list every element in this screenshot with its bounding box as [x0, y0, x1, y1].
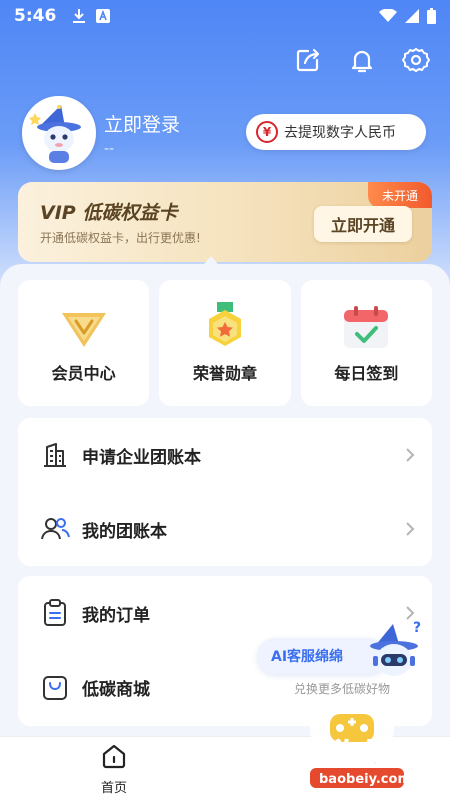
battery-icon	[427, 8, 436, 24]
gear-icon	[402, 46, 430, 78]
yuan-coin-icon: ¥	[256, 121, 278, 143]
avatar[interactable]	[22, 96, 96, 170]
apply-enterprise-team-account-item[interactable]: 申请企业团账本	[18, 418, 432, 492]
daily-checkin-card[interactable]: 每日签到	[300, 280, 432, 406]
chevron-right-icon	[402, 521, 418, 537]
status-bar: 5:46	[0, 0, 450, 32]
notification-button[interactable]	[346, 46, 378, 78]
ai-customer-service-button[interactable]: AI客服绵绵 ?	[257, 620, 437, 680]
quick-link-label: 荣誉勋章	[192, 364, 257, 383]
digital-rmb-withdraw-button[interactable]: ¥ 去提现数字人民币	[246, 114, 426, 150]
activate-vip-button[interactable]: 立即开通	[314, 206, 412, 242]
nav-home-tab[interactable]: 首页	[92, 743, 136, 796]
quick-links: 会员中心 荣誉勋章 每日签到	[18, 280, 432, 406]
honor-medal-card[interactable]: 荣誉勋章	[159, 280, 291, 406]
user-id-placeholder: --	[104, 140, 115, 157]
bell-icon	[348, 46, 376, 78]
digital-rmb-label: 去提现数字人民币	[284, 125, 396, 141]
calendar-check-icon	[338, 302, 394, 352]
status-time: 5:46	[14, 6, 57, 26]
share-button[interactable]	[292, 46, 324, 78]
mascot-wizard-icon	[29, 105, 81, 163]
home-icon	[101, 743, 127, 773]
quick-link-label: 会员中心	[51, 364, 116, 383]
app-notification-icon	[96, 9, 111, 23]
vip-card[interactable]: 未开通 VIP 低碳权益卡 开通低碳权益卡，出行更优惠! 立即开通	[18, 182, 432, 262]
member-crown-icon	[56, 302, 112, 352]
status-system-icons	[379, 8, 436, 24]
svg-text:?: ?	[413, 620, 421, 636]
wifi-icon	[379, 9, 397, 23]
top-actions	[292, 46, 432, 78]
vip-status-badge: 未开通	[367, 182, 432, 208]
robot-mascot-icon: ?	[359, 618, 429, 688]
menu-item-label: 我的团账本	[82, 521, 167, 542]
chevron-right-icon	[402, 447, 418, 463]
quick-link-label: 每日签到	[334, 364, 399, 383]
menu-item-label: 申请企业团账本	[82, 447, 201, 468]
building-icon	[40, 440, 70, 470]
clipboard-icon	[40, 598, 70, 628]
shopping-bag-icon	[40, 672, 70, 702]
bottom-nav: 首页	[0, 736, 450, 800]
my-team-account-item[interactable]: 我的团账本	[18, 492, 432, 566]
menu-item-label: 我的订单	[82, 605, 150, 626]
settings-button[interactable]	[400, 46, 432, 78]
profile-section: 立即登录 --	[22, 96, 180, 170]
share-icon	[294, 46, 322, 78]
team-account-menu: 申请企业团账本 我的团账本	[18, 418, 432, 566]
download-icon	[72, 8, 86, 24]
status-notification-icons	[72, 8, 111, 24]
medal-icon	[197, 302, 253, 352]
signal-icon	[405, 9, 419, 23]
login-link[interactable]: 立即登录	[104, 110, 180, 137]
profile-text: 立即登录 --	[104, 110, 180, 157]
nav-home-label: 首页	[100, 781, 127, 796]
group-users-icon	[40, 514, 70, 544]
member-center-card[interactable]: 会员中心	[18, 280, 150, 406]
